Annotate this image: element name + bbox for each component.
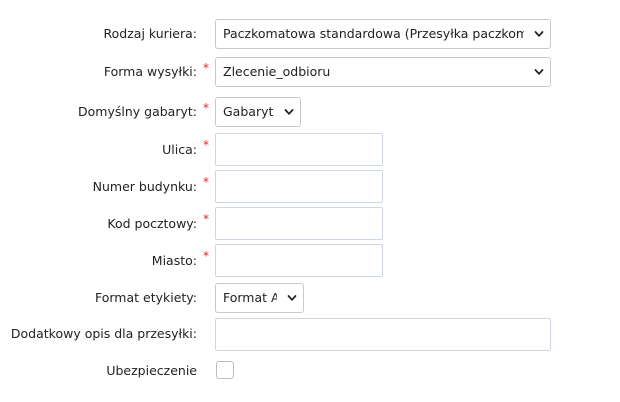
city-label: Miasto: xyxy=(151,253,197,268)
shipping-form-row: Forma wysyłki: * Zlecenie_odbioru xyxy=(0,56,620,88)
extra-description-input[interactable] xyxy=(215,318,551,351)
postal-code-label: Kod pocztowy: xyxy=(107,216,197,231)
chevron-down-icon xyxy=(284,109,294,115)
shipping-form-value: Zlecenie_odbioru xyxy=(223,64,331,79)
courier-type-label: Rodzaj kuriera: xyxy=(103,26,197,41)
required-marker: * xyxy=(203,249,209,263)
label-format-row: Format etykiety: Format A6 xyxy=(0,282,620,314)
courier-type-select[interactable]: Paczkomatowa standardowa (Przesyłka pacz… xyxy=(215,19,551,49)
required-marker: * xyxy=(203,61,209,75)
insurance-label: Ubezpieczenie xyxy=(106,363,197,378)
chevron-down-icon xyxy=(534,31,544,37)
city-row: Miasto: * xyxy=(0,244,620,278)
postal-code-input[interactable] xyxy=(215,207,383,240)
shipping-form-label: Forma wysyłki: xyxy=(103,64,197,79)
chevron-down-icon xyxy=(534,69,544,75)
default-size-select[interactable]: Gabaryt A xyxy=(215,97,301,127)
postal-code-row: Kod pocztowy: * xyxy=(0,207,620,241)
label-format-select[interactable]: Format A6 xyxy=(215,283,304,313)
shipping-form-select[interactable]: Zlecenie_odbioru xyxy=(215,57,551,87)
extra-description-label: Dodatkowy opis dla przesyłki: xyxy=(10,326,197,341)
default-size-value: Gabaryt A xyxy=(223,104,274,119)
building-number-input[interactable] xyxy=(215,170,383,203)
insurance-row: Ubezpieczenie xyxy=(0,360,620,382)
required-marker: * xyxy=(203,175,209,189)
building-number-row: Numer budynku: * xyxy=(0,170,620,204)
insurance-checkbox[interactable] xyxy=(216,361,234,379)
building-number-label: Numer budynku: xyxy=(92,179,197,194)
street-row: Ulica: * xyxy=(0,133,620,167)
required-marker: * xyxy=(203,101,209,115)
street-label: Ulica: xyxy=(162,142,197,157)
extra-description-row: Dodatkowy opis dla przesyłki: xyxy=(0,318,620,352)
city-input[interactable] xyxy=(215,244,383,277)
courier-type-value: Paczkomatowa standardowa (Przesyłka pacz… xyxy=(223,26,524,41)
street-input[interactable] xyxy=(215,133,383,166)
default-size-row: Domyślny gabaryt: * Gabaryt A xyxy=(0,96,620,128)
default-size-label: Domyślny gabaryt: xyxy=(78,104,197,119)
required-marker: * xyxy=(203,212,209,226)
label-format-label: Format etykiety: xyxy=(94,290,197,305)
required-marker: * xyxy=(203,138,209,152)
chevron-down-icon xyxy=(287,295,297,301)
courier-type-row: Rodzaj kuriera: Paczkomatowa standardowa… xyxy=(0,18,620,50)
label-format-value: Format A6 xyxy=(223,290,277,305)
